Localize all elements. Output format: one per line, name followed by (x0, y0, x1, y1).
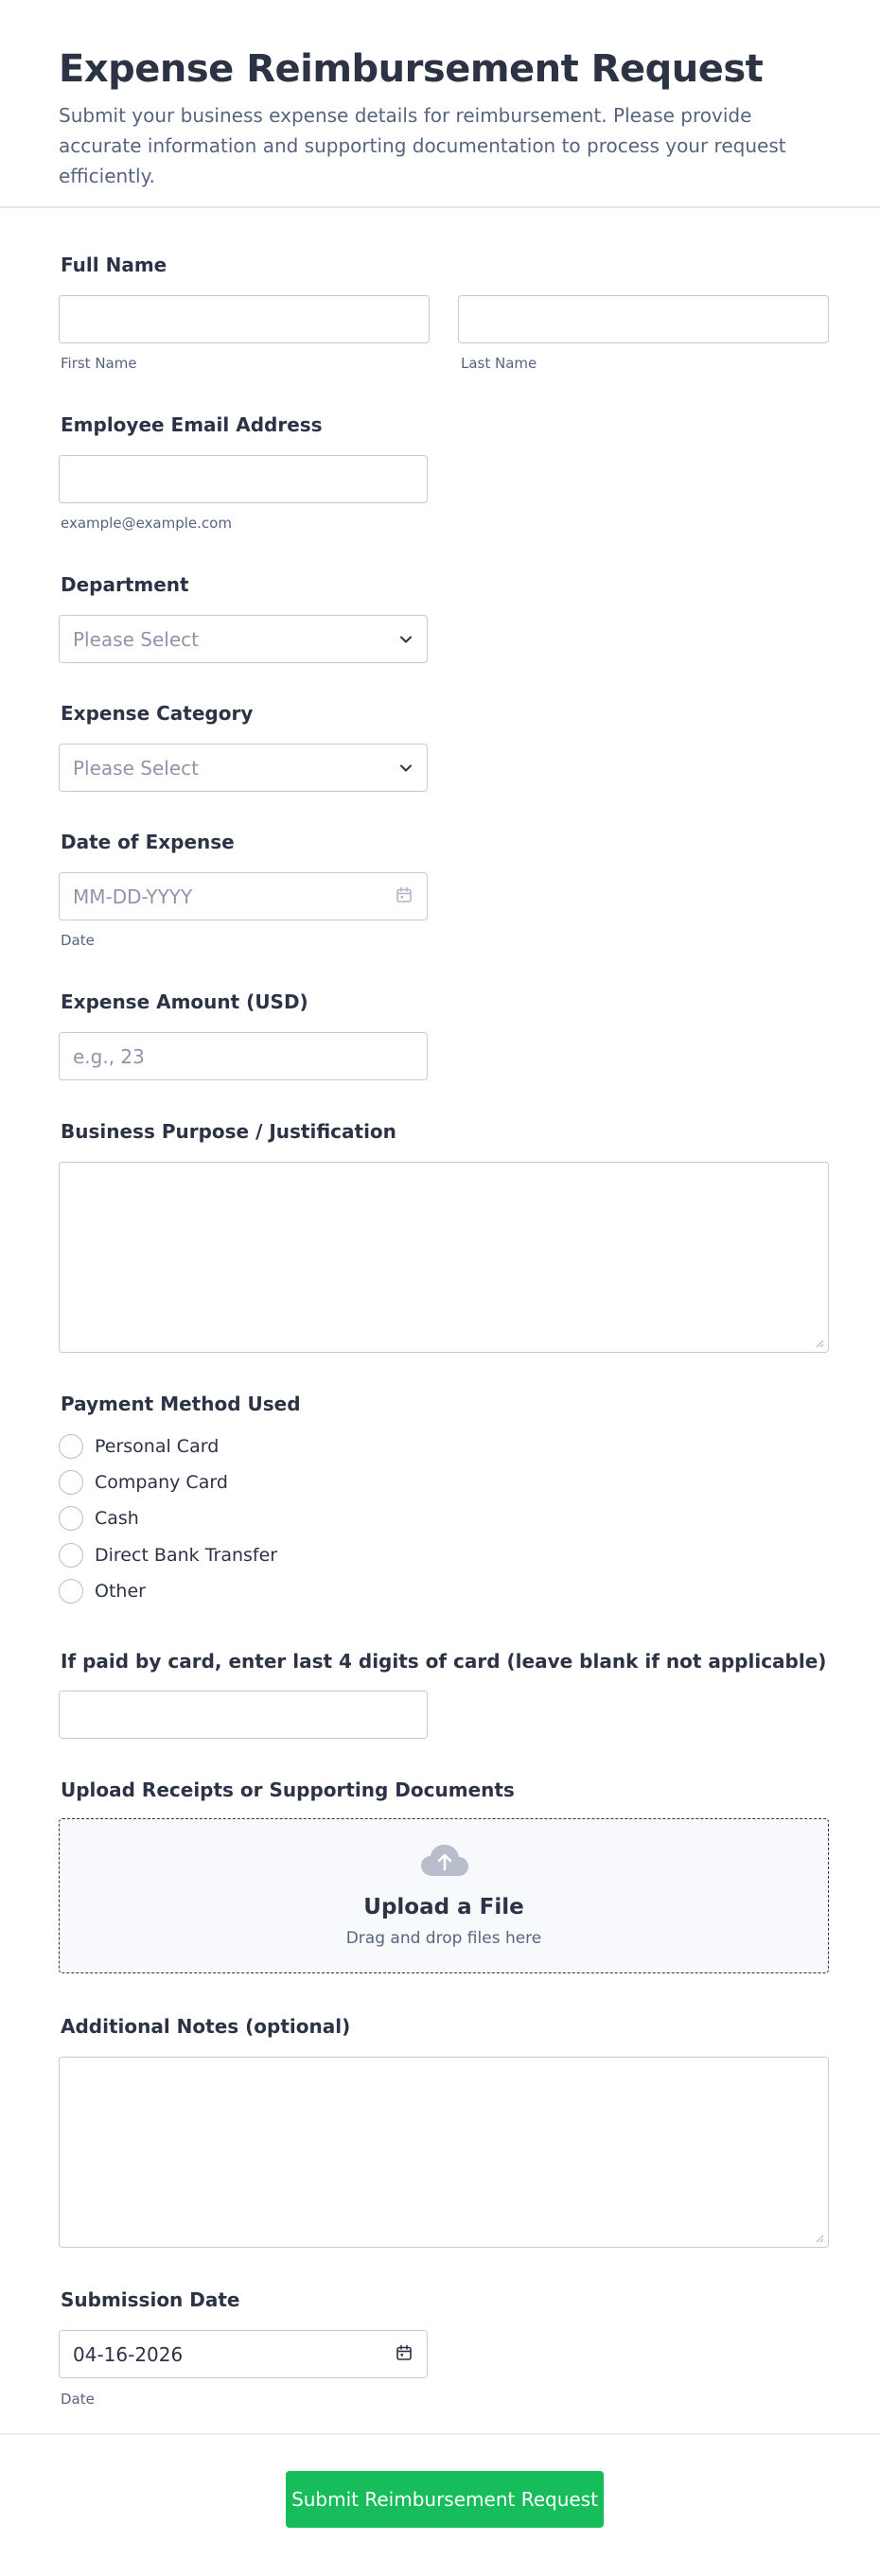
expense-category-select[interactable]: Please Select (59, 744, 428, 792)
radio-option-direct-bank-transfer[interactable]: Direct Bank Transfer (59, 1542, 277, 1568)
submission-date-label: Submission Date (61, 2288, 240, 2311)
radio-button[interactable] (59, 1543, 83, 1568)
radio-button[interactable] (59, 1434, 83, 1459)
card-digits-label: If paid by card, enter last 4 digits of … (61, 1650, 827, 1673)
radio-option-other[interactable]: Other (59, 1578, 146, 1604)
department-select[interactable]: Please Select (59, 615, 428, 663)
submission-date-field[interactable]: 04-16-2026 (59, 2330, 428, 2378)
purpose-textarea[interactable] (59, 1162, 829, 1353)
radio-label: Other (95, 1581, 146, 1602)
chevron-down-icon (398, 761, 414, 776)
resize-grip-icon[interactable] (815, 1339, 824, 1348)
expense-category-label: Expense Category (61, 702, 254, 725)
full-name-label: Full Name (61, 254, 167, 276)
file-upload-dropzone[interactable]: Upload a File Drag and drop files here (59, 1818, 829, 1973)
radio-label: Company Card (95, 1472, 228, 1493)
radio-button[interactable] (59, 1579, 83, 1603)
chevron-down-icon (398, 632, 414, 647)
purpose-label: Business Purpose / Justification (61, 1120, 396, 1143)
first-name-input[interactable] (59, 295, 430, 343)
radio-option-personal-card[interactable]: Personal Card (59, 1433, 219, 1460)
first-name-sublabel: First Name (61, 355, 137, 372)
footer-divider (0, 2433, 880, 2435)
expense-date-label: Date of Expense (61, 831, 235, 853)
submission-date-value: 04-16-2026 (73, 2342, 184, 2366)
header-divider (0, 206, 880, 208)
page-subtitle: Submit your business expense details for… (59, 104, 786, 187)
notes-label: Additional Notes (optional) (61, 2015, 351, 2038)
expense-date-sublabel: Date (61, 932, 95, 949)
notes-textarea[interactable] (59, 2057, 829, 2248)
upload-label: Upload Receipts or Supporting Documents (61, 1779, 515, 1801)
radio-label: Direct Bank Transfer (95, 1545, 278, 1566)
cloud-upload-icon (421, 1845, 468, 1876)
radio-button[interactable] (59, 1506, 83, 1531)
amount-label: Expense Amount (USD) (61, 990, 308, 1013)
email-sublabel: example@example.com (61, 515, 232, 532)
page-title: Expense Reimbursement Request (59, 47, 764, 91)
upload-title: Upload a File (363, 1895, 524, 1919)
upload-subtitle: Drag and drop files here (345, 1929, 542, 1948)
calendar-icon[interactable] (395, 2343, 414, 2366)
calendar-icon[interactable] (395, 885, 414, 908)
payment-method-label: Payment Method Used (61, 1393, 301, 1415)
last-name-input[interactable] (458, 295, 829, 343)
card-digits-input[interactable] (59, 1691, 428, 1739)
last-name-sublabel: Last Name (461, 355, 537, 372)
resize-grip-icon[interactable] (815, 2234, 824, 2243)
department-label: Department (61, 573, 189, 596)
email-label: Employee Email Address (61, 413, 323, 436)
radio-label: Personal Card (95, 1436, 220, 1457)
expense-category-selected-value: Please Select (73, 756, 199, 780)
radio-label: Cash (95, 1508, 139, 1529)
expense-date-field[interactable]: MM-DD-YYYY (59, 872, 428, 920)
expense-date-placeholder: MM-DD-YYYY (73, 885, 193, 908)
amount-input[interactable] (59, 1032, 428, 1080)
department-selected-value: Please Select (73, 627, 199, 651)
radio-option-company-card[interactable]: Company Card (59, 1469, 228, 1496)
submit-button[interactable]: Submit Reimbursement Request (286, 2471, 604, 2528)
email-input[interactable] (59, 455, 428, 503)
radio-button[interactable] (59, 1470, 83, 1495)
submission-date-sublabel: Date (61, 2391, 95, 2408)
radio-option-cash[interactable]: Cash (59, 1505, 139, 1532)
